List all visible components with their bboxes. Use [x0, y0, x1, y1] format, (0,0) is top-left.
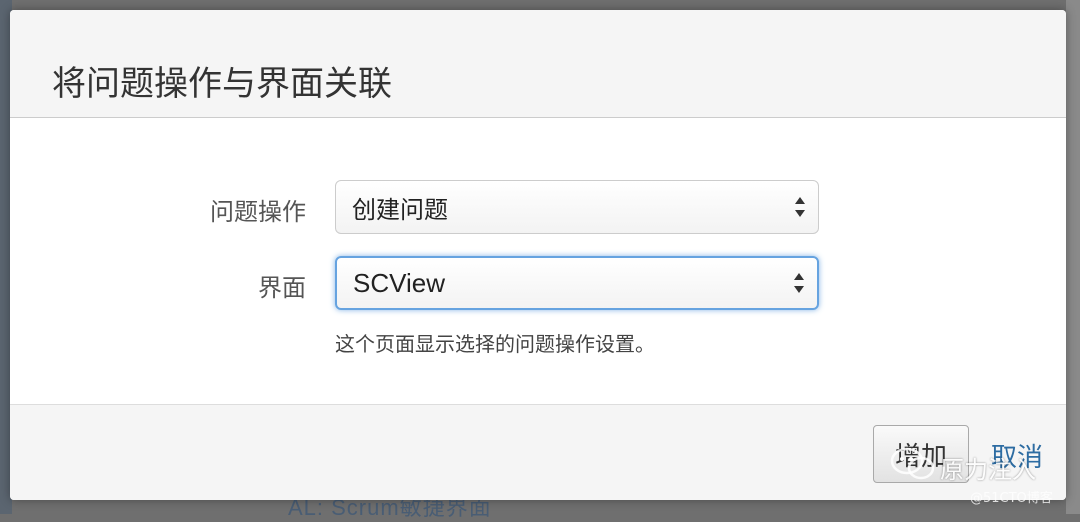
select-arrows-icon — [794, 273, 804, 293]
watermark-name: 原力注入 — [940, 456, 1036, 484]
dialog-body: 问题操作 创建问题 界面 SCView 这个页面显示选择的问题操作设置。 — [10, 118, 1066, 404]
screen-select[interactable]: SCView — [335, 256, 819, 310]
dialog-header: 将问题操作与界面关联 — [10, 10, 1066, 118]
issue-operation-value: 创建问题 — [352, 195, 448, 224]
wechat-icon — [890, 447, 935, 480]
background-page-right — [1066, 0, 1080, 514]
field-hint: 这个页面显示选择的问题操作设置。 — [335, 332, 655, 356]
screen-label: 界面 — [258, 274, 306, 302]
associate-screen-dialog: 将问题操作与界面关联 问题操作 创建问题 界面 SCView 这个页面显示选择的… — [10, 10, 1066, 500]
dialog-title: 将问题操作与界面关联 — [52, 64, 392, 104]
select-arrows-icon — [795, 197, 805, 217]
screen-value: SCView — [353, 267, 446, 298]
issue-operation-label: 问题操作 — [210, 198, 306, 226]
watermark-site: @51CTO博客 — [970, 491, 1053, 506]
issue-operation-select[interactable]: 创建问题 — [335, 180, 819, 234]
